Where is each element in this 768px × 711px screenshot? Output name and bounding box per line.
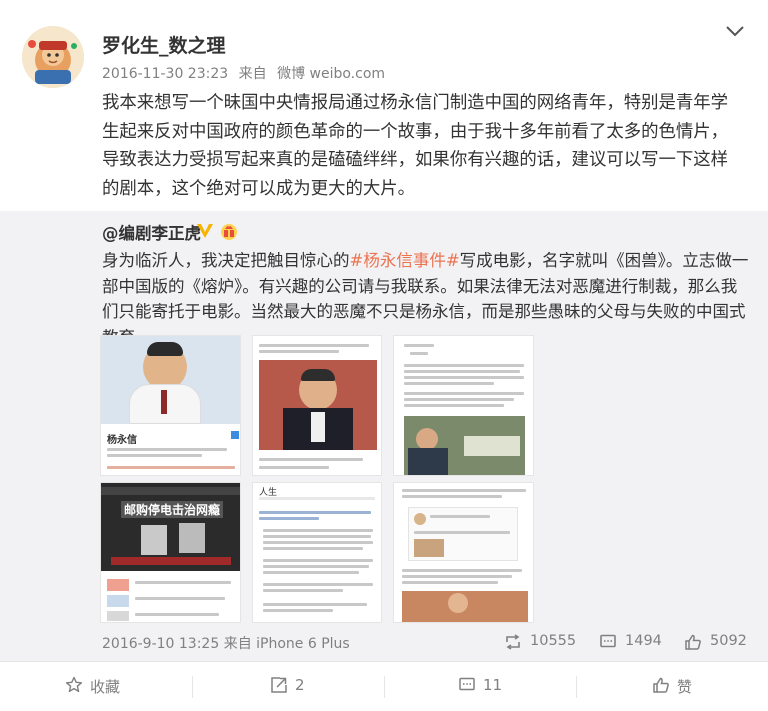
star-icon: [65, 676, 83, 693]
repost-icon: [506, 634, 520, 650]
like-button[interactable]: 赞: [652, 676, 702, 696]
source-prefix: 来自: [238, 66, 267, 82]
comment-button[interactable]: 11: [458, 676, 508, 696]
repost-icon: [271, 677, 287, 693]
thumb-caption: 杨永信: [107, 435, 137, 446]
comment-count: 1494: [625, 633, 662, 649]
post-meta: 2016-11-30 23:23 来自 微博 weibo.com: [102, 63, 391, 83]
comment-action-count: 11: [483, 676, 503, 694]
thumb-banner: 邮购停电击治网瘾: [121, 501, 224, 518]
repost-likes[interactable]: 5092: [684, 633, 754, 653]
post-author-name[interactable]: 罗化生_数之理: [102, 31, 226, 58]
repost-image-5[interactable]: 人生: [252, 482, 382, 623]
gift-badge-icon[interactable]: [219, 221, 239, 241]
weibo-post-card: 罗化生_数之理 2016-11-30 23:23 来自 微博 weibo.com…: [0, 0, 768, 711]
post-text: 我本来想写一个昧国中央情报局通过杨永信门制造中国的网络青年，特别是青年学生起来反…: [102, 93, 729, 199]
like-icon: [685, 634, 701, 650]
repost-count: 10555: [530, 633, 577, 649]
repost-image-6[interactable]: [393, 482, 534, 623]
repost-text-part1: 身为临沂人，我决定把触目惊心的: [102, 251, 350, 270]
topic-link[interactable]: #杨永信事件#: [350, 251, 460, 270]
repost-image-3[interactable]: [393, 335, 534, 476]
repost-image-2[interactable]: [252, 335, 382, 476]
repost-action-count: 2: [295, 676, 305, 694]
repost-image-1[interactable]: 杨永信: [100, 335, 241, 476]
avatar[interactable]: [22, 26, 84, 88]
repost-source-prefix: 来自: [223, 636, 252, 652]
favorite-button[interactable]: 收藏: [65, 676, 135, 696]
repost-meta: 2016-9-10 13:25 来自 iPhone 6 Plus: [102, 633, 350, 653]
repost-source[interactable]: iPhone 6 Plus: [256, 636, 350, 652]
like-label: 赞: [677, 678, 693, 696]
repost-timestamp[interactable]: 2016-9-10 13:25: [102, 636, 219, 652]
like-icon: [653, 677, 669, 693]
repost-button[interactable]: 2: [270, 676, 320, 696]
comment-icon: [459, 677, 475, 691]
avatar-image: [22, 26, 84, 88]
comment-icon: [600, 634, 616, 648]
repost-reposts[interactable]: 10555: [504, 633, 584, 653]
repost-image-4[interactable]: 邮购停电击治网瘾: [100, 482, 241, 623]
divider: [192, 676, 193, 698]
post-source[interactable]: 微博 weibo.com: [277, 66, 385, 82]
divider: [576, 676, 577, 698]
verified-badge-icon: [197, 224, 213, 238]
like-count: 5092: [710, 633, 747, 649]
repost-comments[interactable]: 1494: [599, 633, 669, 653]
chevron-down-icon[interactable]: [724, 22, 746, 40]
favorite-label: 收藏: [90, 678, 121, 696]
divider: [384, 676, 385, 698]
repost-author-name[interactable]: @编剧李正虎: [102, 220, 201, 244]
post-timestamp[interactable]: 2016-11-30 23:23: [102, 66, 228, 82]
